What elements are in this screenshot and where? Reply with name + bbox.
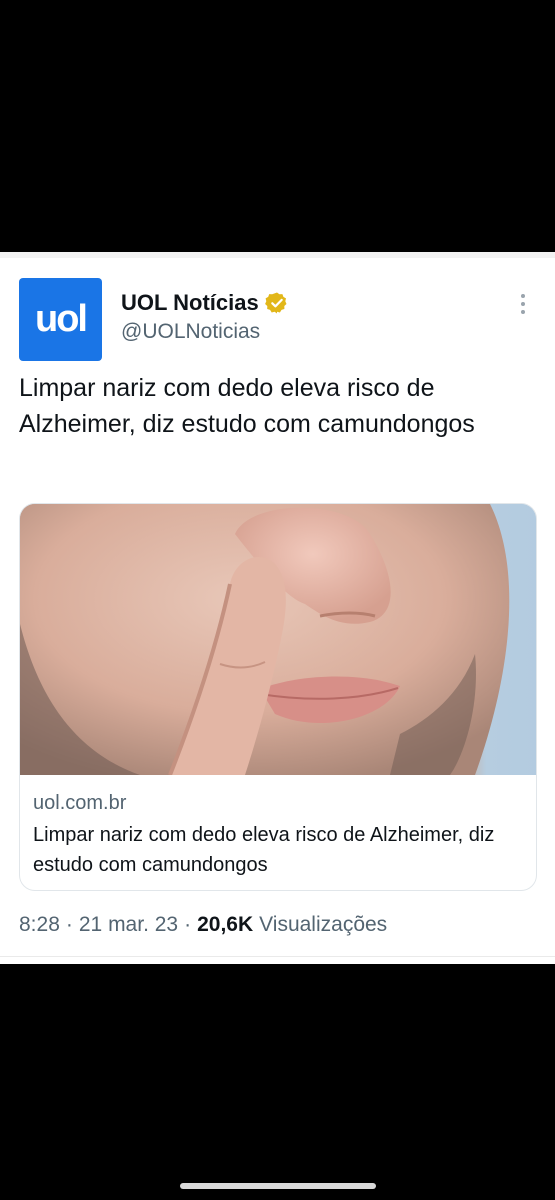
author-handle[interactable]: @UOLNoticias	[121, 320, 260, 344]
tweet-card[interactable]: uol UOL Notícias @UOLNoticias Limpar nar…	[0, 252, 555, 964]
verified-badge-icon	[264, 292, 287, 314]
divider	[0, 956, 555, 957]
link-domain[interactable]: uol.com.br	[33, 792, 126, 815]
meta-separator: ·	[184, 913, 192, 936]
tweet-time[interactable]: 8:28	[19, 913, 60, 937]
home-indicator[interactable]	[180, 1183, 376, 1189]
link-preview-image[interactable]	[20, 504, 536, 775]
more-options-icon[interactable]	[515, 292, 531, 316]
link-title[interactable]: Limpar nariz com dedo eleva risco de Alz…	[33, 820, 513, 880]
avatar[interactable]: uol	[19, 278, 102, 361]
tweet-date[interactable]: 21 mar. 23	[79, 913, 178, 937]
link-preview-card[interactable]: uol.com.br Limpar nariz com dedo eleva r…	[19, 503, 537, 891]
avatar-logo-text: uol	[35, 298, 88, 340]
views-count: 20,6K	[197, 913, 254, 936]
author-display-name[interactable]: UOL Notícias	[121, 290, 259, 316]
screen: uol UOL Notícias @UOLNoticias Limpar nar…	[0, 0, 555, 1200]
author-name-row: UOL Notícias	[121, 290, 289, 316]
views-label: Visualizações	[259, 913, 388, 936]
tweet-text: Limpar nariz com dedo eleva risco de Alz…	[19, 374, 475, 438]
tweet-meta: 8:28 · 21 mar. 23 · 20,6K Visualizações	[19, 913, 387, 937]
meta-separator: ·	[65, 913, 73, 936]
